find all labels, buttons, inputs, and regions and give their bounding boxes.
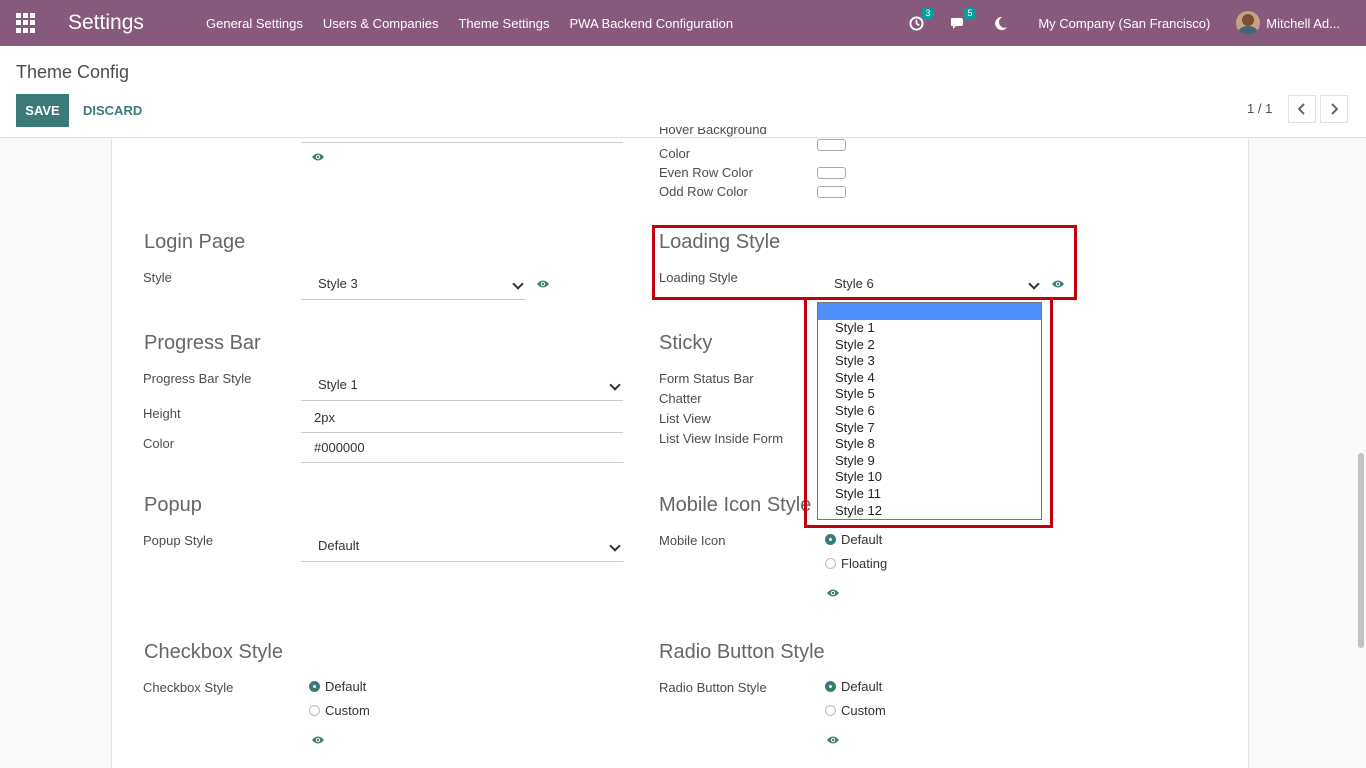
radio-button-style-label: Radio Button Style <box>659 680 767 695</box>
radio-checked-icon <box>825 681 836 692</box>
login-style-label: Style <box>143 270 172 285</box>
even-row-color-label: Even Row Color <box>659 165 753 180</box>
pager-value[interactable]: 1 / 1 <box>1247 101 1272 116</box>
user-name: Mitchell Ad... <box>1266 15 1340 31</box>
checkbox-style-label: Checkbox Style <box>143 680 234 695</box>
dropdown-highlight-box <box>804 297 1053 528</box>
main-menu: General Settings Users & Companies Theme… <box>196 0 743 46</box>
hover-bg-color-label: Color <box>659 146 691 161</box>
activity-clock-icon[interactable]: 3 <box>906 7 935 33</box>
even-row-color-swatch[interactable] <box>817 167 846 179</box>
checkbox-style-title: Checkbox Style <box>144 641 283 663</box>
odd-row-color-swatch[interactable] <box>817 186 846 198</box>
sticky-list-view-label: List View <box>659 411 711 426</box>
progress-color-input[interactable]: #000000 <box>301 433 623 463</box>
progress-height-input[interactable]: 2px <box>301 403 623 433</box>
radio-unchecked-icon <box>825 705 836 716</box>
top-navbar: Settings General Settings Users & Compan… <box>0 0 1366 46</box>
radio-unchecked-icon <box>309 705 320 716</box>
radio-checked-icon <box>309 681 320 692</box>
menu-users-companies[interactable]: Users & Companies <box>313 16 449 31</box>
app-title: Settings <box>68 11 144 34</box>
sticky-chatter-label: Chatter <box>659 391 702 406</box>
user-menu[interactable]: Mitchell Ad... <box>1236 11 1340 35</box>
popup-style-label: Popup Style <box>143 533 214 548</box>
radio-style-default-radio[interactable]: Default <box>825 679 882 694</box>
checkbox-default-radio[interactable]: Default <box>309 679 366 694</box>
mobile-icon-floating-radio[interactable]: Floating <box>825 556 887 571</box>
login-page-title: Login Page <box>144 231 246 253</box>
menu-theme-settings[interactable]: Theme Settings <box>448 16 559 31</box>
popup-title: Popup <box>144 494 202 516</box>
dark-mode-moon-icon[interactable] <box>990 13 1010 33</box>
hover-bg-label-cut: Hover Background <box>659 127 767 137</box>
popup-style-select[interactable]: Default <box>301 530 623 562</box>
page-scrollbar[interactable] <box>1358 453 1364 648</box>
chevron-left-icon <box>1298 103 1305 115</box>
chevron-right-icon <box>1331 103 1338 115</box>
radio-preview-eye-icon[interactable] <box>826 735 840 745</box>
sticky-title: Sticky <box>659 332 713 354</box>
hover-bg-color-swatch[interactable] <box>817 139 846 151</box>
mobile-icon-style-title: Mobile Icon Style <box>659 494 812 516</box>
mobile-preview-eye-icon[interactable] <box>826 588 840 598</box>
messages-badge: 5 <box>963 7 977 20</box>
progress-bar-style-label: Progress Bar Style <box>143 371 252 386</box>
checkbox-custom-radio[interactable]: Custom <box>309 703 370 718</box>
progress-height-label: Height <box>143 406 181 421</box>
loading-style-highlight-box <box>652 225 1077 300</box>
progress-color-label: Color <box>143 436 175 451</box>
breadcrumb: Theme Config <box>16 62 130 82</box>
radio-button-style-title: Radio Button Style <box>659 641 825 663</box>
apps-menu-icon[interactable] <box>16 13 36 33</box>
login-preview-eye-icon[interactable] <box>536 279 550 289</box>
preview-eye-icon[interactable] <box>311 152 325 162</box>
systray: 3 5 My Company (San Francisco) Mitchell … <box>884 0 1366 46</box>
messages-chat-icon[interactable]: 5 <box>948 7 977 33</box>
sticky-form-status-bar-label: Form Status Bar <box>659 371 754 386</box>
checkbox-preview-eye-icon[interactable] <box>311 735 325 745</box>
sticky-list-view-inside-form-label: List View Inside Form <box>659 431 784 446</box>
user-avatar <box>1236 11 1261 35</box>
company-switcher[interactable]: My Company (San Francisco) <box>1038 16 1210 31</box>
chevron-down-icon <box>609 540 621 552</box>
chevron-down-icon <box>609 379 621 391</box>
odd-row-color-label: Odd Row Color <box>659 184 748 199</box>
save-button[interactable]: SAVE <box>16 94 69 127</box>
pager-next-button[interactable] <box>1320 95 1348 123</box>
radio-checked-icon <box>825 534 836 545</box>
mobile-icon-default-radio[interactable]: Default <box>825 532 882 547</box>
progress-bar-title: Progress Bar <box>144 332 261 354</box>
control-panel: Theme Config SAVE DISCARD 1 / 1 <box>0 46 1366 138</box>
login-style-select[interactable]: Style 3 <box>301 268 526 300</box>
mobile-icon-label: Mobile Icon <box>659 533 726 548</box>
menu-general-settings[interactable]: General Settings <box>196 16 313 31</box>
menu-pwa-backend[interactable]: PWA Backend Configuration <box>560 16 744 31</box>
discard-button[interactable]: DISCARD <box>78 94 147 127</box>
pager-previous-button[interactable] <box>1288 95 1316 123</box>
chevron-down-icon <box>512 278 524 290</box>
partial-field-underline <box>301 142 623 143</box>
radio-unchecked-icon <box>825 558 836 569</box>
radio-style-custom-radio[interactable]: Custom <box>825 703 886 718</box>
activity-badge: 3 <box>921 7 935 20</box>
progress-bar-style-select[interactable]: Style 1 <box>301 369 623 401</box>
